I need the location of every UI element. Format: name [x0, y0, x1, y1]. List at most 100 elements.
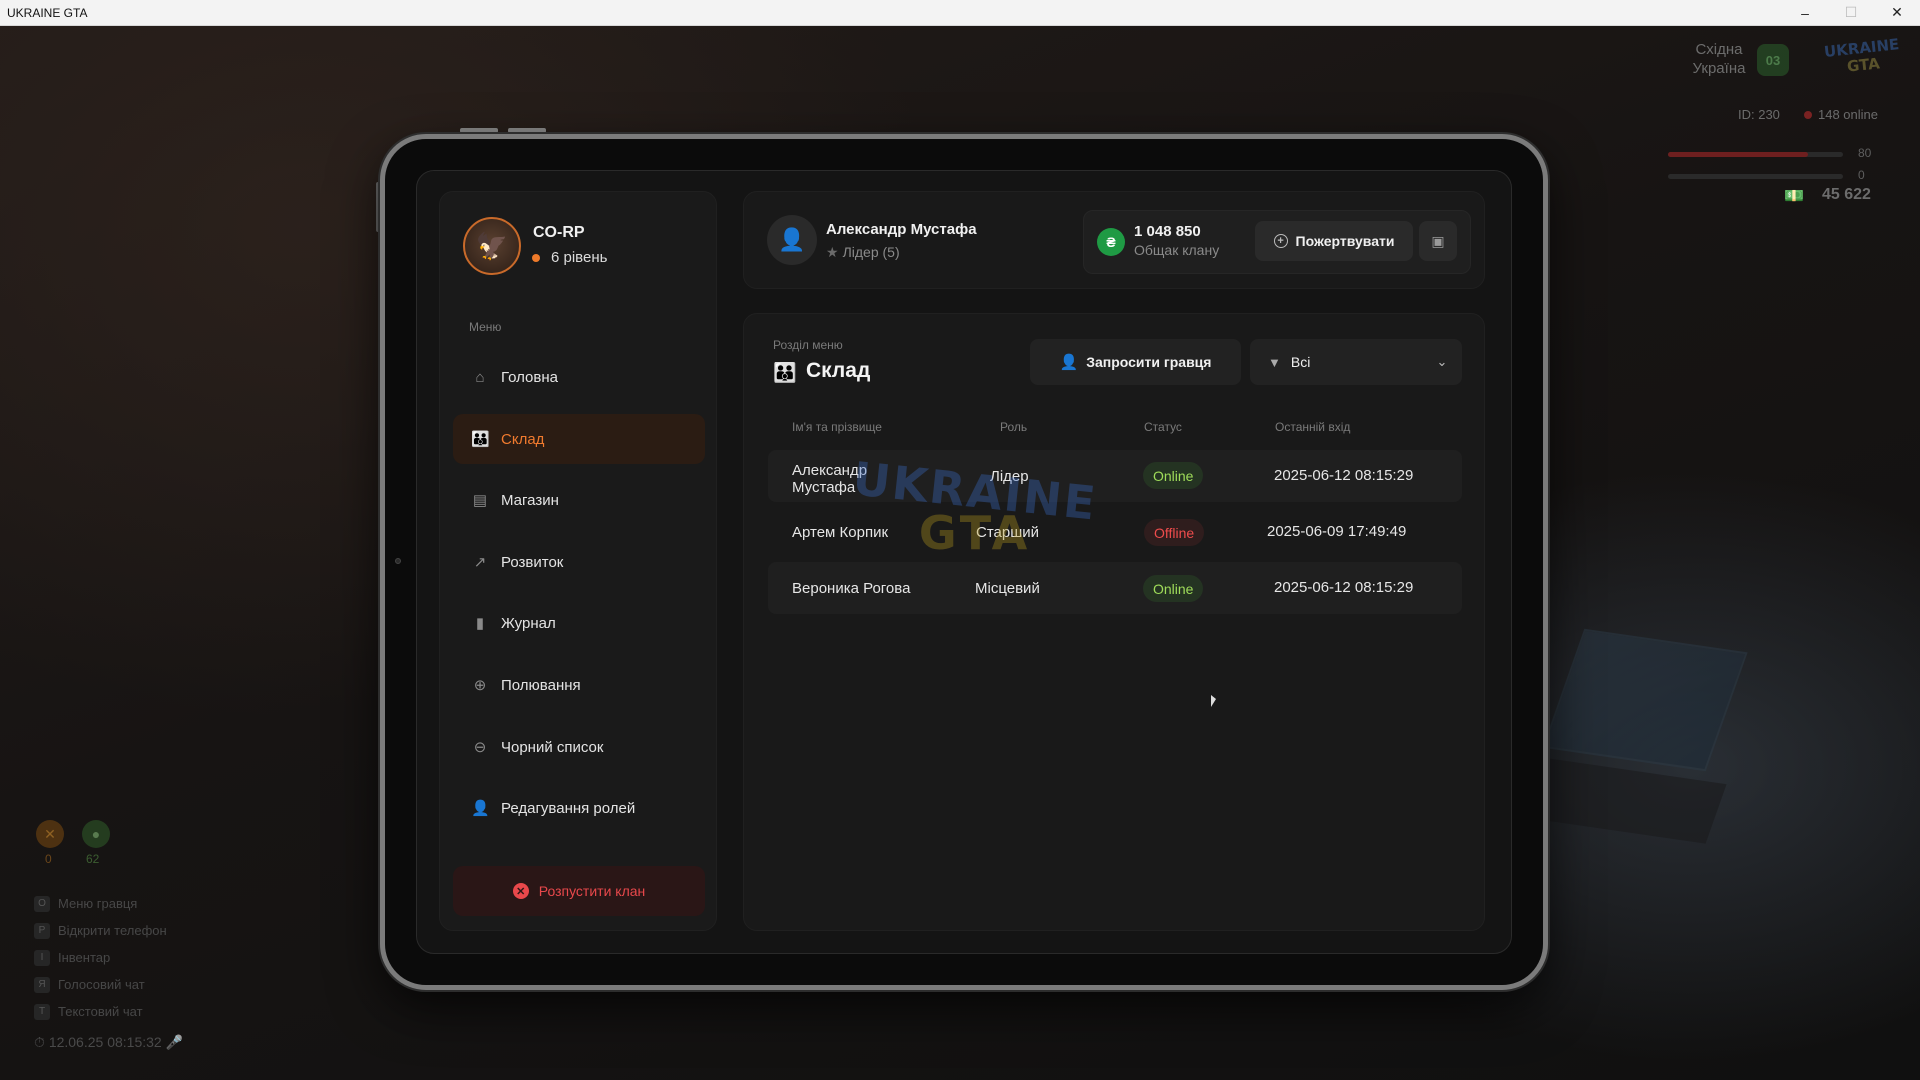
dissolve-clan-label: Розпустити клан — [538, 883, 646, 899]
invite-player-label: Запросити гравця — [1086, 354, 1212, 370]
close-circle-icon: ✕ — [512, 883, 529, 899]
sidebar-item-2[interactable]: 👪 Склад — [453, 414, 705, 464]
close-window-button[interactable]: ✕ — [1874, 0, 1920, 26]
member-last-login: 2025-06-12 08:15:29 — [1274, 579, 1414, 596]
sidebar-item-6[interactable]: ⊕ Полювання — [453, 660, 705, 710]
tablet-top-button-2 — [508, 128, 546, 133]
user-avatar-icon: 👤 — [767, 215, 817, 265]
hud-keybind-row: T Текстовий чат — [34, 998, 167, 1025]
sidebar-item-label: Головна — [501, 368, 558, 386]
sidebar-item-8[interactable]: 👤 Редагування ролей — [453, 783, 705, 833]
hud-key-label: Меню гравця — [58, 896, 138, 911]
status-filter-select[interactable]: ▼ Всі ⌄ — [1250, 339, 1462, 385]
blacklist-icon: ⊖ — [473, 739, 487, 756]
mouse-cursor-icon — [1211, 695, 1216, 707]
food-value: 0 — [45, 852, 52, 866]
clan-name: CO-RP — [533, 224, 585, 241]
bank-amount: 1 048 850 — [1134, 223, 1201, 240]
sidebar-item-label: Магазин — [501, 491, 559, 509]
sidebar-item-label: Склад — [501, 430, 545, 448]
member-name: Артем Корпик — [792, 524, 889, 541]
invite-player-button[interactable]: 👤 Запросити гравця — [1030, 339, 1241, 385]
member-name-line1: Александр — [792, 462, 868, 479]
bank-history-button[interactable]: ▣ — [1419, 221, 1457, 261]
food-icon: ✕ — [36, 820, 64, 848]
table-row[interactable]: Вероника Рогова Місцевий Online 2025-06-… — [768, 562, 1462, 614]
status-badge: Offline — [1144, 519, 1205, 546]
bank-label: Общак клану — [1134, 242, 1220, 258]
col-header-role: Роль — [1000, 420, 1028, 434]
armor-bar — [1668, 174, 1843, 179]
hryvnia-icon: ₴ — [1097, 228, 1125, 256]
window-title: UKRAINE GTA — [7, 5, 88, 20]
crosshair-icon: ⊕ — [473, 677, 487, 694]
hud-keybind-row: Я Голосовий чат — [34, 971, 167, 998]
maximize-button[interactable]: ☐ — [1828, 0, 1874, 26]
member-role: Місцевий — [975, 580, 1040, 597]
col-header-last-login: Останній вхід — [1275, 420, 1351, 434]
armor-value: 0 — [1858, 168, 1865, 182]
hud-key-cap: P — [34, 922, 50, 939]
chart-icon: ↗ — [473, 554, 487, 571]
health-bar — [1668, 152, 1843, 157]
player-role-text: Лідер (5) — [842, 244, 900, 260]
tablet-camera — [395, 558, 401, 564]
member-role: Лідер — [990, 468, 1029, 485]
member-last-login: 2025-06-09 17:49:49 — [1267, 523, 1407, 540]
sidebar-item-label: Чорний список — [501, 738, 604, 756]
plus-circle-icon: + — [1273, 234, 1288, 248]
section-title: Склад — [806, 359, 871, 382]
hud-key-label: Текстовий чат — [58, 1004, 143, 1019]
archive-icon: ▣ — [1431, 232, 1445, 249]
members-panel — [743, 313, 1485, 931]
hud-key-cap: I — [34, 949, 50, 966]
player-role: ★ Лідер (5) — [826, 244, 900, 261]
sidebar-item-4[interactable]: ↗ Розвиток — [453, 537, 705, 587]
hud-keybind-row: I Інвентар — [34, 944, 167, 971]
book-icon: ▮ — [475, 615, 485, 632]
hud-datetime: ⏱ 12.06.25 08:15:32 🎤 — [34, 1034, 184, 1050]
hud-key-cap: Я — [34, 976, 50, 993]
member-name: Александр Мустафа — [792, 462, 867, 496]
members-icon: 👪 — [471, 431, 490, 448]
status-badge: Online — [1143, 462, 1204, 489]
sidebar-item-1[interactable]: ⌂ Головна — [453, 352, 705, 402]
sidebar-item-label: Полювання — [501, 676, 581, 694]
sidebar-item-7[interactable]: ⊖ Чорний список — [453, 722, 705, 772]
hud-datetime-text: 12.06.25 08:15:32 — [48, 1034, 162, 1050]
table-row[interactable]: Александр Мустафа Лідер Online 2025-06-1… — [768, 450, 1462, 502]
members-icon: 👪 — [773, 363, 797, 384]
clan-avatar: 🦅 — [463, 217, 521, 275]
hud-keybinds: O Меню гравця P Відкрити телефон I Інвентар Я Г… — [34, 890, 167, 1025]
player-name: Александр Мустафа — [826, 221, 977, 238]
server-logo: UKRAINE GTA — [1820, 35, 1906, 86]
dissolve-clan-button[interactable]: ✕ Розпустити клан — [453, 866, 705, 916]
member-role: Старший — [976, 524, 1040, 541]
money-icon: 💵 — [1784, 188, 1804, 205]
add-user-icon: 👤 — [1059, 354, 1079, 371]
shop-icon: ▤ — [472, 492, 488, 509]
section-subtitle: Розділ меню — [773, 338, 843, 352]
donate-button[interactable]: + Пожертвувати — [1255, 221, 1413, 261]
level-dot-icon — [532, 254, 540, 262]
sidebar-item-label: Розвиток — [501, 553, 564, 571]
table-row[interactable]: Артем Корпик Старший Offline 2025-06-09 … — [768, 506, 1462, 558]
hud-keybind-row: O Меню гравця — [34, 890, 167, 917]
hud-key-cap: O — [34, 895, 50, 912]
chevron-down-icon: ⌄ — [1436, 354, 1448, 369]
sidebar-item-3[interactable]: ▤ Магазин — [453, 475, 705, 525]
clan-level: 6 рівень — [551, 249, 608, 266]
minimize-button[interactable]: – — [1782, 0, 1828, 26]
water-icon: ● — [82, 820, 110, 848]
hud-key-cap: T — [34, 1003, 50, 1020]
donate-label: Пожертвувати — [1295, 233, 1395, 249]
home-icon: ⌂ — [475, 368, 485, 386]
member-name: Вероника Рогова — [792, 580, 911, 597]
hud-online-count: 148 online — [1818, 107, 1878, 122]
water-value: 62 — [86, 852, 100, 866]
hud-player-id: ID: 230 — [1738, 107, 1780, 122]
hud-key-label: Голосовий чат — [58, 977, 145, 992]
sidebar-item-5[interactable]: ▮ Журнал — [453, 598, 705, 648]
role-edit-icon: 👤 — [471, 800, 490, 817]
status-badge: Online — [1143, 575, 1204, 602]
